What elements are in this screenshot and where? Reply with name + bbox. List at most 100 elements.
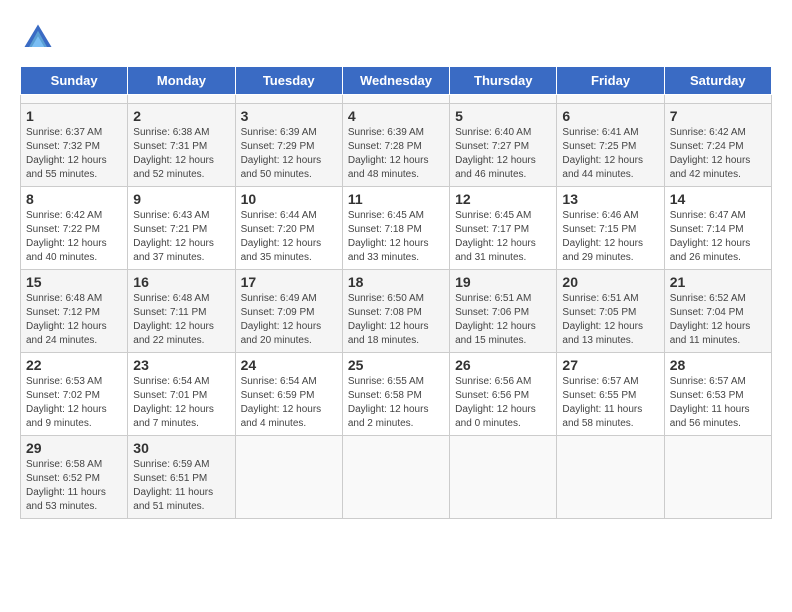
calendar-cell: 25 Sunrise: 6:55 AMSunset: 6:58 PMDaylig… bbox=[342, 353, 449, 436]
day-info: Sunrise: 6:39 AMSunset: 7:29 PMDaylight:… bbox=[241, 126, 337, 182]
calendar-week-row: 15 Sunrise: 6:48 AMSunset: 7:12 PMDaylig… bbox=[21, 270, 772, 353]
day-info: Sunrise: 6:54 AMSunset: 7:01 PMDaylight:… bbox=[133, 375, 229, 431]
day-info: Sunrise: 6:39 AMSunset: 7:28 PMDaylight:… bbox=[348, 126, 444, 182]
calendar-week-row: 8 Sunrise: 6:42 AMSunset: 7:22 PMDayligh… bbox=[21, 187, 772, 270]
day-info: Sunrise: 6:48 AMSunset: 7:11 PMDaylight:… bbox=[133, 292, 229, 348]
day-info: Sunrise: 6:52 AMSunset: 7:04 PMDaylight:… bbox=[670, 292, 766, 348]
day-of-week-header: Wednesday bbox=[342, 67, 449, 95]
day-number: 6 bbox=[562, 108, 658, 124]
calendar-cell: 7 Sunrise: 6:42 AMSunset: 7:24 PMDayligh… bbox=[664, 104, 771, 187]
day-info: Sunrise: 6:56 AMSunset: 6:56 PMDaylight:… bbox=[455, 375, 551, 431]
day-info: Sunrise: 6:41 AMSunset: 7:25 PMDaylight:… bbox=[562, 126, 658, 182]
day-number: 2 bbox=[133, 108, 229, 124]
day-number: 23 bbox=[133, 357, 229, 373]
day-info: Sunrise: 6:49 AMSunset: 7:09 PMDaylight:… bbox=[241, 292, 337, 348]
day-number: 11 bbox=[348, 191, 444, 207]
day-of-week-header: Saturday bbox=[664, 67, 771, 95]
day-number: 26 bbox=[455, 357, 551, 373]
calendar-cell bbox=[342, 95, 449, 104]
calendar-cell: 16 Sunrise: 6:48 AMSunset: 7:11 PMDaylig… bbox=[128, 270, 235, 353]
day-info: Sunrise: 6:50 AMSunset: 7:08 PMDaylight:… bbox=[348, 292, 444, 348]
day-number: 21 bbox=[670, 274, 766, 290]
calendar-cell: 11 Sunrise: 6:45 AMSunset: 7:18 PMDaylig… bbox=[342, 187, 449, 270]
calendar-cell bbox=[450, 436, 557, 519]
day-info: Sunrise: 6:48 AMSunset: 7:12 PMDaylight:… bbox=[26, 292, 122, 348]
calendar-cell bbox=[557, 436, 664, 519]
calendar-cell: 27 Sunrise: 6:57 AMSunset: 6:55 PMDaylig… bbox=[557, 353, 664, 436]
day-number: 13 bbox=[562, 191, 658, 207]
calendar-cell: 2 Sunrise: 6:38 AMSunset: 7:31 PMDayligh… bbox=[128, 104, 235, 187]
day-info: Sunrise: 6:42 AMSunset: 7:24 PMDaylight:… bbox=[670, 126, 766, 182]
calendar-cell: 19 Sunrise: 6:51 AMSunset: 7:06 PMDaylig… bbox=[450, 270, 557, 353]
calendar-week-row: 29 Sunrise: 6:58 AMSunset: 6:52 PMDaylig… bbox=[21, 436, 772, 519]
calendar-cell: 28 Sunrise: 6:57 AMSunset: 6:53 PMDaylig… bbox=[664, 353, 771, 436]
day-info: Sunrise: 6:57 AMSunset: 6:53 PMDaylight:… bbox=[670, 375, 766, 431]
day-number: 28 bbox=[670, 357, 766, 373]
day-number: 12 bbox=[455, 191, 551, 207]
day-info: Sunrise: 6:58 AMSunset: 6:52 PMDaylight:… bbox=[26, 458, 122, 514]
day-number: 7 bbox=[670, 108, 766, 124]
day-number: 30 bbox=[133, 440, 229, 456]
calendar-cell: 14 Sunrise: 6:47 AMSunset: 7:14 PMDaylig… bbox=[664, 187, 771, 270]
calendar-cell: 9 Sunrise: 6:43 AMSunset: 7:21 PMDayligh… bbox=[128, 187, 235, 270]
day-info: Sunrise: 6:47 AMSunset: 7:14 PMDaylight:… bbox=[670, 209, 766, 265]
calendar-cell: 30 Sunrise: 6:59 AMSunset: 6:51 PMDaylig… bbox=[128, 436, 235, 519]
day-number: 19 bbox=[455, 274, 551, 290]
day-number: 1 bbox=[26, 108, 122, 124]
calendar-cell bbox=[664, 95, 771, 104]
day-number: 5 bbox=[455, 108, 551, 124]
calendar-cell: 17 Sunrise: 6:49 AMSunset: 7:09 PMDaylig… bbox=[235, 270, 342, 353]
day-info: Sunrise: 6:51 AMSunset: 7:06 PMDaylight:… bbox=[455, 292, 551, 348]
day-of-week-header: Friday bbox=[557, 67, 664, 95]
day-number: 14 bbox=[670, 191, 766, 207]
day-info: Sunrise: 6:46 AMSunset: 7:15 PMDaylight:… bbox=[562, 209, 658, 265]
calendar-cell: 10 Sunrise: 6:44 AMSunset: 7:20 PMDaylig… bbox=[235, 187, 342, 270]
day-number: 4 bbox=[348, 108, 444, 124]
day-number: 20 bbox=[562, 274, 658, 290]
logo bbox=[20, 20, 60, 56]
calendar-cell: 8 Sunrise: 6:42 AMSunset: 7:22 PMDayligh… bbox=[21, 187, 128, 270]
calendar-cell bbox=[664, 436, 771, 519]
day-info: Sunrise: 6:51 AMSunset: 7:05 PMDaylight:… bbox=[562, 292, 658, 348]
day-number: 16 bbox=[133, 274, 229, 290]
day-info: Sunrise: 6:45 AMSunset: 7:17 PMDaylight:… bbox=[455, 209, 551, 265]
day-number: 27 bbox=[562, 357, 658, 373]
calendar-cell: 29 Sunrise: 6:58 AMSunset: 6:52 PMDaylig… bbox=[21, 436, 128, 519]
calendar-cell: 4 Sunrise: 6:39 AMSunset: 7:28 PMDayligh… bbox=[342, 104, 449, 187]
day-number: 18 bbox=[348, 274, 444, 290]
calendar-cell: 24 Sunrise: 6:54 AMSunset: 6:59 PMDaylig… bbox=[235, 353, 342, 436]
day-info: Sunrise: 6:44 AMSunset: 7:20 PMDaylight:… bbox=[241, 209, 337, 265]
calendar-header-row: SundayMondayTuesdayWednesdayThursdayFrid… bbox=[21, 67, 772, 95]
calendar-cell: 6 Sunrise: 6:41 AMSunset: 7:25 PMDayligh… bbox=[557, 104, 664, 187]
day-info: Sunrise: 6:55 AMSunset: 6:58 PMDaylight:… bbox=[348, 375, 444, 431]
calendar-cell bbox=[557, 95, 664, 104]
day-info: Sunrise: 6:57 AMSunset: 6:55 PMDaylight:… bbox=[562, 375, 658, 431]
day-of-week-header: Monday bbox=[128, 67, 235, 95]
day-info: Sunrise: 6:45 AMSunset: 7:18 PMDaylight:… bbox=[348, 209, 444, 265]
calendar-cell: 1 Sunrise: 6:37 AMSunset: 7:32 PMDayligh… bbox=[21, 104, 128, 187]
day-info: Sunrise: 6:54 AMSunset: 6:59 PMDaylight:… bbox=[241, 375, 337, 431]
day-info: Sunrise: 6:37 AMSunset: 7:32 PMDaylight:… bbox=[26, 126, 122, 182]
calendar-table: SundayMondayTuesdayWednesdayThursdayFrid… bbox=[20, 66, 772, 519]
day-number: 10 bbox=[241, 191, 337, 207]
calendar-cell: 15 Sunrise: 6:48 AMSunset: 7:12 PMDaylig… bbox=[21, 270, 128, 353]
day-of-week-header: Tuesday bbox=[235, 67, 342, 95]
logo-icon bbox=[20, 20, 56, 56]
calendar-week-row bbox=[21, 95, 772, 104]
day-number: 9 bbox=[133, 191, 229, 207]
day-number: 15 bbox=[26, 274, 122, 290]
day-of-week-header: Sunday bbox=[21, 67, 128, 95]
day-number: 17 bbox=[241, 274, 337, 290]
calendar-week-row: 22 Sunrise: 6:53 AMSunset: 7:02 PMDaylig… bbox=[21, 353, 772, 436]
day-number: 3 bbox=[241, 108, 337, 124]
day-number: 24 bbox=[241, 357, 337, 373]
calendar-cell bbox=[342, 436, 449, 519]
calendar-cell bbox=[235, 95, 342, 104]
day-info: Sunrise: 6:40 AMSunset: 7:27 PMDaylight:… bbox=[455, 126, 551, 182]
day-of-week-header: Thursday bbox=[450, 67, 557, 95]
calendar-cell: 13 Sunrise: 6:46 AMSunset: 7:15 PMDaylig… bbox=[557, 187, 664, 270]
day-info: Sunrise: 6:42 AMSunset: 7:22 PMDaylight:… bbox=[26, 209, 122, 265]
calendar-cell: 5 Sunrise: 6:40 AMSunset: 7:27 PMDayligh… bbox=[450, 104, 557, 187]
day-number: 22 bbox=[26, 357, 122, 373]
calendar-week-row: 1 Sunrise: 6:37 AMSunset: 7:32 PMDayligh… bbox=[21, 104, 772, 187]
